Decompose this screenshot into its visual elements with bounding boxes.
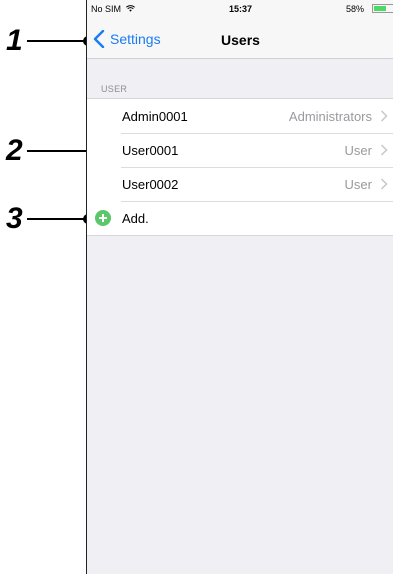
user-row-user0002[interactable]: User0002 User [87,167,393,201]
callout-line-1 [27,40,87,42]
callout-line-3 [27,218,87,220]
battery-icon [372,4,393,13]
carrier-status: No SIM [91,4,135,14]
user-row-admin0001[interactable]: Admin0001 Administrators [87,99,393,133]
chevron-right-icon [380,178,388,190]
battery-percent: 58% [345,4,364,14]
clock: 15:37 [228,4,253,14]
section-header: USER [101,84,128,94]
add-user-row[interactable]: Add. [87,201,393,235]
chevron-right-icon [380,110,388,122]
phone-screen: No SIM 15:37 58% Settings Users USER Adm… [86,0,393,574]
user-row-user0001[interactable]: User0001 User [87,133,393,167]
navigation-bar: Settings Users [87,18,393,59]
user-role: User [344,176,372,192]
carrier-label: No SIM [91,4,122,14]
user-name: Admin0001 [122,108,188,124]
user-name: User0001 [122,142,179,158]
add-icon [95,210,111,226]
user-role: User [344,142,372,158]
user-list: Admin0001 Administrators User0001 User U… [87,98,393,236]
page-title: Users [221,32,260,48]
user-role: Administrators [288,108,372,124]
callout-number-1: 1 [6,24,23,57]
callout-number-3: 3 [6,202,23,235]
user-name: User0002 [122,176,179,192]
add-user-label: Add. [122,210,149,226]
chevron-right-icon [380,144,388,156]
callout-number-2: 2 [6,134,23,167]
status-bar: No SIM 15:37 58% [87,0,393,18]
